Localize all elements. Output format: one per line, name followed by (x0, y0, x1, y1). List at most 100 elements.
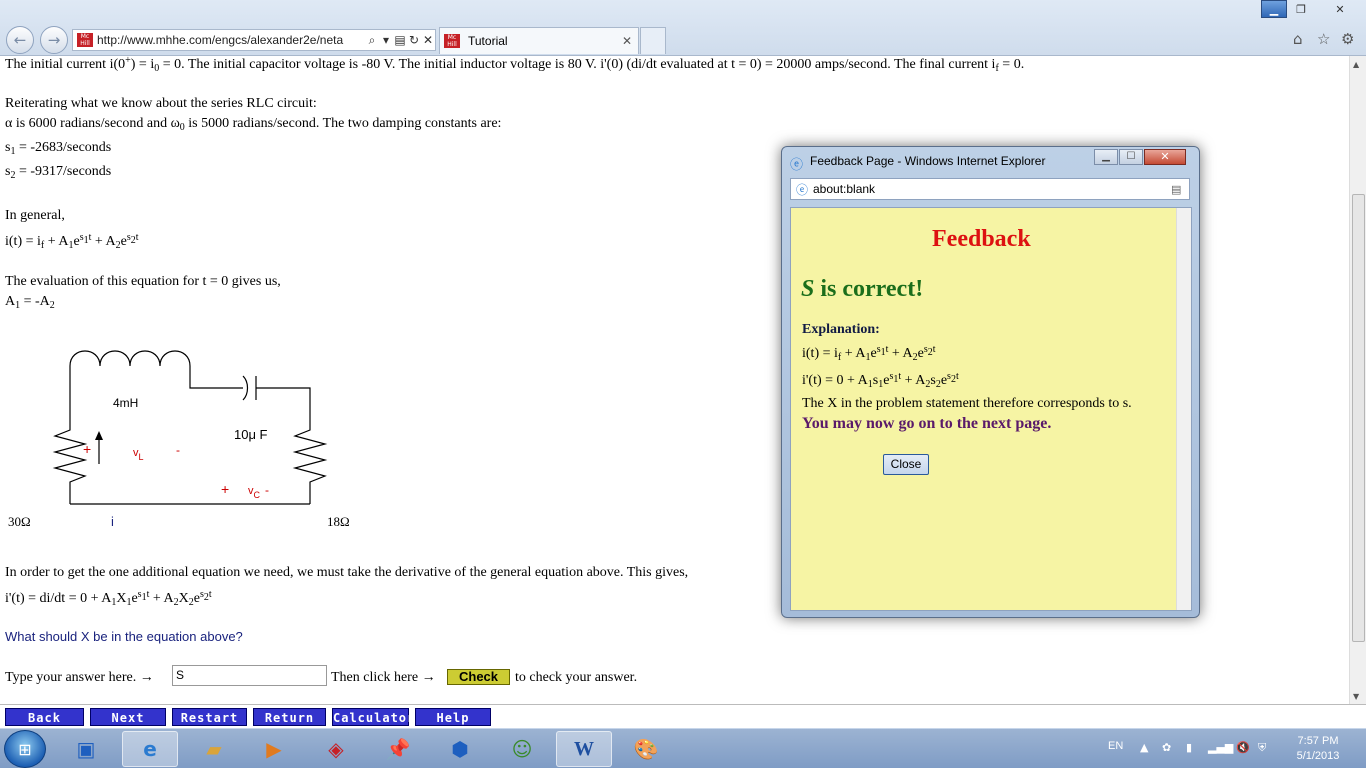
initial-conditions-text: The initial current i(0+) = i0 = 0. The … (5, 56, 1025, 74)
tab-tutorial[interactable]: Mc Hill Tutorial ✕ (439, 27, 639, 54)
vc-label: vC (248, 485, 261, 500)
a1-equation: A1 = -A2 (5, 294, 55, 311)
search-icon[interactable]: ⌕ (365, 33, 379, 48)
page-menu-icon[interactable]: ▤ (1171, 183, 1189, 196)
popup-close-icon[interactable]: ✕ (1144, 149, 1186, 165)
restore-icon[interactable]: ❐ (1289, 0, 1313, 18)
network-app-icon[interactable]: ⬢ (432, 731, 488, 767)
calculator-button[interactable]: Calculator (332, 708, 414, 726)
volume-icon[interactable]: 🔇 (1236, 741, 1250, 754)
vl-minus: - (176, 443, 180, 457)
refresh-icon[interactable]: ↻ (407, 33, 421, 47)
tray-app-icon[interactable]: ✿ (1162, 741, 1171, 754)
x-statement: The X in the problem statement therefore… (802, 396, 1132, 411)
right-resistor-label: 18Ω (327, 514, 350, 529)
gear-icon[interactable]: ⚙ (1341, 30, 1354, 48)
page-scrollbar[interactable]: ▲ ▼ (1349, 56, 1366, 704)
stop-icon[interactable]: ✕ (421, 33, 435, 47)
network-icon[interactable]: ⛨ (1258, 741, 1266, 755)
feedback-body: Feedback S is correct! Explanation: i(t)… (790, 207, 1192, 611)
popup-maximize-icon[interactable]: ☐ (1119, 149, 1143, 165)
new-tab-button[interactable] (640, 27, 666, 54)
system-clock[interactable]: 7:57 PM 5/1/2013 (1288, 734, 1348, 764)
explanation-equation-1: i(t) = if + A1es1t + A2es2t (802, 344, 936, 363)
left-resistor-label: 30Ω (8, 514, 31, 529)
battery-icon[interactable]: ▮ (1186, 741, 1192, 754)
question-text: What should X be in the equation above? (5, 629, 243, 644)
restart-button[interactable]: Restart (172, 708, 247, 726)
internet-explorer-icon[interactable]: e (122, 731, 178, 767)
then-click-text: Then click here → (331, 670, 436, 685)
derivative-text: In order to get the one additional equat… (5, 565, 689, 580)
next-button[interactable]: Next (90, 708, 166, 726)
tab-favicon-icon: Mc Hill (444, 34, 460, 48)
to-check-text: to check your answer. (515, 670, 638, 685)
back-arrow-icon[interactable]: ← (6, 26, 34, 54)
minimize-icon[interactable]: ▁ (1261, 0, 1287, 18)
popup-address-bar[interactable]: ⓔ about:blank ▤ (790, 178, 1190, 200)
forward-arrow-icon[interactable]: → (40, 26, 68, 54)
explanation-label: Explanation: (802, 322, 880, 337)
media-player-icon[interactable]: ▶ (246, 731, 302, 767)
inductor-label: 4mH (113, 396, 138, 410)
close-button[interactable]: Close (883, 454, 929, 475)
answer-input[interactable]: S (172, 665, 327, 686)
site-favicon-icon: Mc Hill (77, 33, 93, 47)
pin-icon[interactable]: 📌 (370, 731, 426, 767)
start-button[interactable]: ⊞ (4, 730, 46, 768)
return-button[interactable]: Return (253, 708, 326, 726)
clock-date: 5/1/2013 (1296, 750, 1340, 762)
vc-plus: + (221, 481, 229, 497)
show-desktop-icon[interactable]: ▣ (58, 731, 114, 767)
dropdown-icon[interactable]: ▾ (379, 33, 393, 47)
alpha-text: α is 6000 radians/second and ω0 is 5000 … (5, 116, 502, 133)
signal-icon[interactable]: ▂▄▆ (1208, 741, 1233, 754)
explanation-equation-2: i'(t) = 0 + A1s1es1t + A2s2es2t (802, 371, 959, 390)
feedback-popup-window: ⓔ Feedback Page - Windows Internet Explo… (781, 146, 1200, 618)
star-icon[interactable]: ☆ (1317, 30, 1330, 48)
current-arrow-icon (95, 431, 103, 440)
rlc-circuit-diagram: 4mH 10μ F 30Ω 18Ω + vL - + vC - i (8, 350, 350, 529)
vl-label: vL (133, 447, 144, 462)
scroll-down-icon[interactable]: ▼ (1353, 692, 1359, 701)
popup-minimize-icon[interactable]: ▁ (1094, 149, 1118, 165)
next-page-message: You may now go on to the next page. (802, 415, 1052, 432)
tray-expand-icon[interactable]: ▲ (1140, 741, 1148, 754)
back-button[interactable]: Back (5, 708, 84, 726)
type-prompt: Type your answer here. → (5, 670, 154, 685)
feedback-heading: Feedback (932, 226, 1031, 252)
clock-time: 7:57 PM (1297, 735, 1339, 747)
reiterate-text: Reiterating what we know about the serie… (5, 96, 317, 111)
file-explorer-icon[interactable]: ▰ (186, 731, 242, 767)
word-icon[interactable]: W (556, 731, 612, 767)
compat-icon[interactable]: ▤ (393, 33, 407, 47)
address-url[interactable]: http://www.mhhe.com/engcs/alexander2e/ne… (97, 33, 365, 47)
tab-close-icon[interactable]: ✕ (622, 34, 638, 48)
home-icon[interactable]: ⌂ (1293, 30, 1303, 48)
general-equation: i(t) = if + A1es1t + A2es2t (5, 232, 139, 251)
tutorial-nav: Back Next Restart Return Calculator Help (0, 704, 1366, 728)
derivative-equation: i'(t) = di/dt = 0 + A1X1es1t + A2X2es2t (5, 589, 212, 608)
correct-message: S is correct! (801, 276, 924, 302)
users-icon[interactable]: ☺ (494, 731, 550, 767)
tab-title: Tutorial (468, 34, 508, 48)
scrollbar-thumb[interactable] (1352, 194, 1365, 642)
language-indicator[interactable]: EN (1108, 740, 1123, 752)
in-general-text: In general, (5, 208, 65, 223)
popup-scrollbar[interactable] (1176, 208, 1191, 610)
page-icon: ⓔ (795, 182, 808, 197)
vl-plus: + (83, 441, 91, 457)
close-icon[interactable]: ✕ (1322, 0, 1358, 18)
paint-icon[interactable]: 🎨 (618, 731, 674, 767)
windows-taskbar: ⊞ ▣ e ▰ ▶ ◈ 📌 ⬢ ☺ W 🎨 EN ▲ ✿ ▮ ▂▄▆ 🔇 ⛨ 7… (0, 728, 1366, 768)
current-label: i (111, 514, 114, 529)
check-button[interactable]: Check (447, 669, 510, 685)
evaluation-text: The evaluation of this equation for t = … (5, 274, 281, 289)
app-red-icon[interactable]: ◈ (308, 731, 364, 767)
scroll-up-icon[interactable]: ▲ (1353, 60, 1359, 69)
address-bar[interactable]: Mc Hill http://www.mhhe.com/engcs/alexand… (72, 29, 436, 51)
popup-address-text[interactable]: about:blank (813, 182, 1171, 196)
browser-chrome: ← → Mc Hill http://www.mhhe.com/engcs/ale… (0, 0, 1366, 56)
vc-minus: - (265, 483, 269, 497)
help-button[interactable]: Help (415, 708, 491, 726)
